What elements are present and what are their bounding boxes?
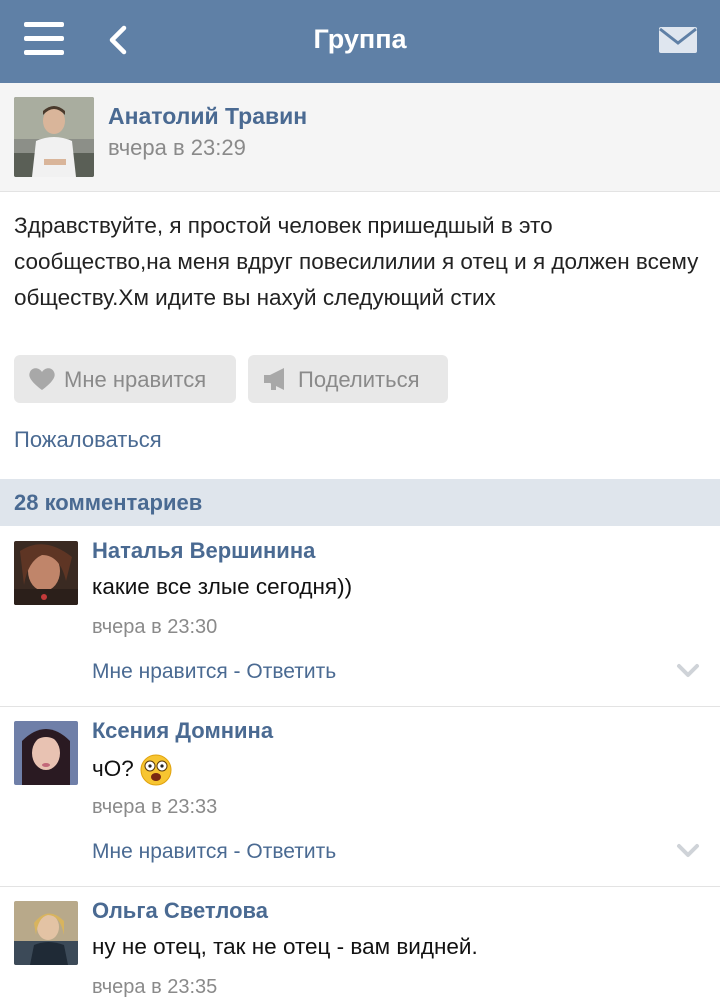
shocked-face-emoji [140,754,172,786]
comment-item: Наталья Вершинина какие все злые сегодня… [0,526,720,707]
comments-count: 28 комментариев [14,490,203,515]
chevron-down-icon[interactable] [676,842,700,860]
commenter-avatar[interactable] [14,541,78,605]
top-bar: Группа [0,0,720,83]
envelope-icon[interactable] [658,26,698,54]
comment-timestamp: вчера в 23:35 [92,976,218,998]
commenter-avatar[interactable] [14,721,78,785]
share-button[interactable]: Поделиться [248,355,448,403]
comment-item: Ольга Светлова ну не отец, так не отец -… [0,886,720,1006]
post-header: Анатолий Травин вчера в 23:29 [0,83,720,192]
comment-item: Ксения Домнина чО? вчера в 23:33 Мне нра… [0,706,720,887]
like-button[interactable]: Мне нравится [14,355,236,403]
post-timestamp: вчера в 23:29 [108,135,246,160]
post-text: Здравствуйте, я простой человек пришедшы… [14,213,699,310]
comment-reply-link[interactable]: Ответить [246,660,336,683]
report-link[interactable]: Пожаловаться [14,427,162,453]
commenter-name[interactable]: Ольга Светлова [92,898,268,924]
megaphone-icon [264,368,284,390]
comment-actions: Мне нравится - Ответить [92,840,336,864]
comments-count-bar: 28 комментариев [0,479,720,526]
chevron-down-icon[interactable] [676,662,700,680]
action-separator: - [227,840,247,863]
author-name[interactable]: Анатолий Травин [108,103,307,130]
commenter-name[interactable]: Наталья Вершинина [92,538,315,564]
action-separator: - [227,660,247,683]
comment-text: чО? [92,755,134,781]
comment-reply-link[interactable]: Ответить [246,840,336,863]
heart-icon [29,368,55,390]
comment-text-row: чО? [92,754,172,786]
commenter-name[interactable]: Ксения Домнина [92,718,273,744]
comment-text: какие все злые сегодня)) [92,574,353,599]
comment-like-link[interactable]: Мне нравится [92,840,228,863]
chevron-left-icon[interactable] [104,24,132,56]
commenter-avatar[interactable] [14,901,78,965]
share-label: Поделиться [298,367,420,392]
comment-actions: Мне нравится - Ответить [92,660,336,684]
comment-like-link[interactable]: Мне нравится [92,660,228,683]
author-avatar[interactable] [14,97,94,177]
comment-timestamp: вчера в 23:30 [92,616,218,638]
comment-text: ну не отец, так не отец - вам видней. [92,934,478,959]
like-label: Мне нравится [64,367,207,392]
comment-timestamp: вчера в 23:33 [92,796,218,818]
